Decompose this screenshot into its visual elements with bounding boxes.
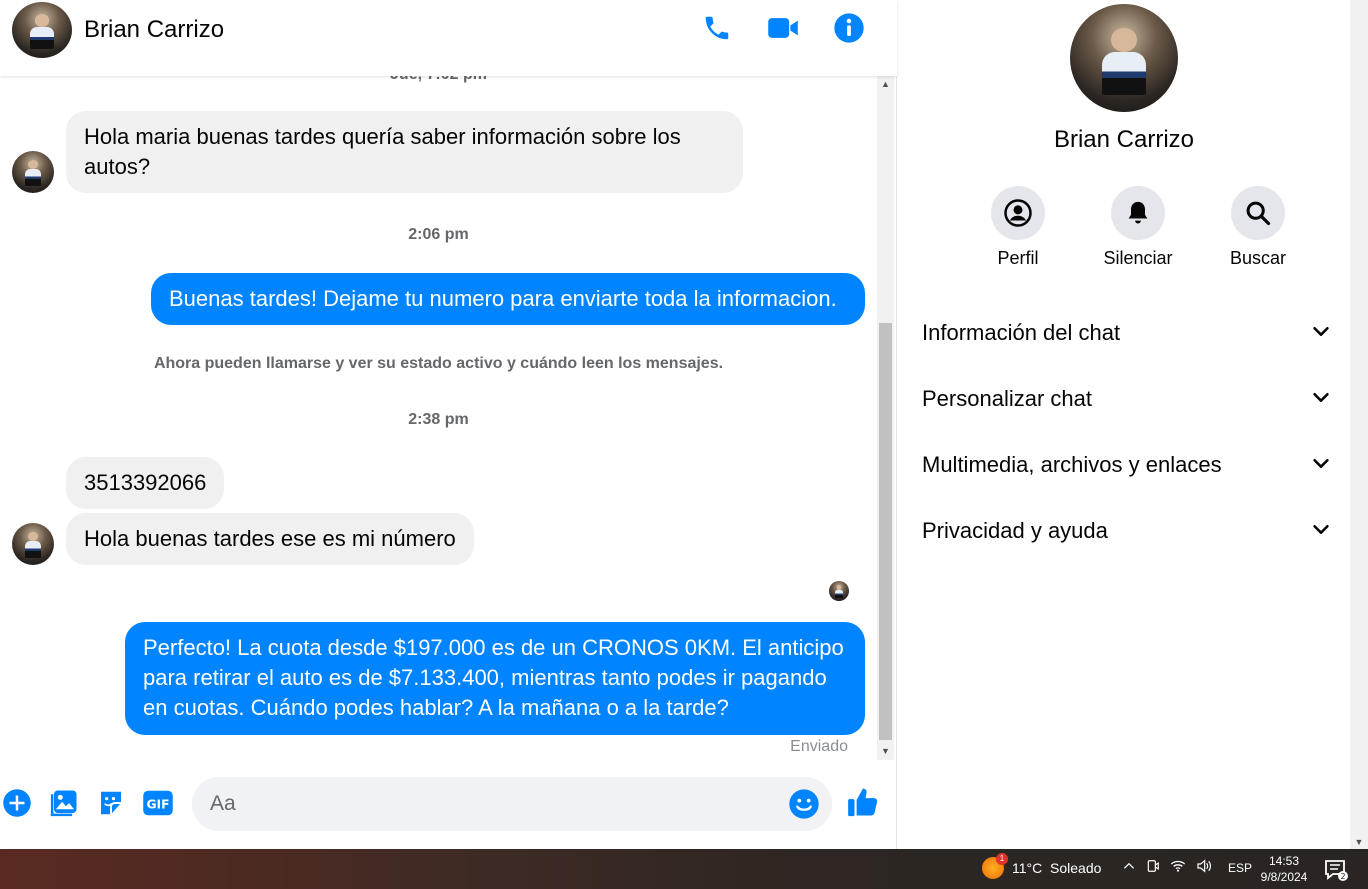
chevron-down-icon	[1310, 386, 1332, 413]
notification-count: 2	[1340, 872, 1345, 881]
phone-icon[interactable]	[701, 10, 733, 46]
weather-widget[interactable]: 1 11°C Soleado	[982, 853, 1102, 879]
chevron-down-icon	[1310, 518, 1332, 545]
sticker-icon[interactable]	[94, 786, 128, 820]
message-incoming[interactable]: 3513392066	[66, 457, 225, 509]
section-label: Información del chat	[922, 320, 1121, 345]
windows-taskbar: 1 11°C Soleado ESP 14:53 9/8/2024 2	[0, 849, 1368, 889]
timestamp: Jue, 7:02 pm	[0, 76, 877, 84]
notification-center-icon[interactable]: 2	[1324, 859, 1348, 881]
messenger-window: Brian Carrizo Jue, 7:02 pm Hola maria bu…	[0, 0, 1368, 849]
mute-label: Silenciar	[1103, 248, 1173, 268]
contact-avatar[interactable]	[12, 2, 72, 58]
gif-icon[interactable]: GIF	[141, 786, 175, 820]
scroll-thumb[interactable]	[879, 323, 892, 740]
contact-avatar-small[interactable]	[12, 151, 54, 193]
bell-icon	[1111, 186, 1165, 240]
section-label: Privacidad y ayuda	[922, 518, 1108, 543]
section-customize-chat[interactable]: Personalizar chat	[922, 366, 1332, 432]
speaker-icon[interactable]	[1196, 859, 1212, 876]
chevron-up-icon[interactable]	[1122, 859, 1136, 876]
panel-scrollbar[interactable]: ▼	[1350, 0, 1368, 849]
section-label: Multimedia, archivos y enlaces	[922, 452, 1222, 477]
emoji-icon[interactable]	[788, 788, 820, 820]
contact-avatar-small[interactable]	[12, 523, 54, 565]
scroll-up-arrow-icon[interactable]: ▲	[877, 76, 894, 93]
contact-avatar-large[interactable]	[1070, 4, 1178, 112]
language-indicator[interactable]: ESP	[1228, 861, 1252, 875]
weather-text: 11°C Soleado	[1012, 860, 1102, 876]
chat-scrollbar[interactable]: ▲ ▼	[877, 76, 894, 760]
section-label: Personalizar chat	[922, 386, 1092, 411]
clock[interactable]: 14:53 9/8/2024	[1254, 853, 1314, 885]
mute-button[interactable]: Silenciar	[1088, 186, 1188, 269]
clock-date: 9/8/2024	[1260, 870, 1308, 884]
conversation-details-panel: Brian Carrizo Perfil Silenciar Buscar In…	[898, 0, 1350, 849]
clock-time: 14:53	[1268, 854, 1300, 868]
image-icon[interactable]	[47, 786, 81, 820]
profile-button[interactable]: Perfil	[968, 186, 1068, 269]
message-input[interactable]	[210, 777, 770, 831]
profile-label: Perfil	[997, 248, 1039, 268]
system-notice: Ahora pueden llamarse y ver su estado ac…	[153, 355, 724, 372]
sun-icon: 1	[982, 853, 1008, 879]
delivery-status: Enviado	[790, 738, 848, 755]
scroll-down-arrow-icon[interactable]: ▼	[1350, 837, 1368, 847]
profile-icon	[991, 186, 1045, 240]
chevron-down-icon	[1310, 452, 1332, 479]
wifi-icon[interactable]	[1170, 859, 1186, 876]
chat-pane: Brian Carrizo Jue, 7:02 pm Hola maria bu…	[0, 0, 897, 849]
chevron-down-icon	[1310, 320, 1332, 347]
composer: GIF	[0, 760, 897, 849]
timestamp: 2:38 pm	[408, 411, 469, 428]
weather-badge: 1	[996, 853, 1008, 865]
message-incoming[interactable]: Hola buenas tardes ese es mi número	[66, 513, 474, 565]
section-privacy-help[interactable]: Privacidad y ayuda	[922, 498, 1332, 564]
chat-header: Brian Carrizo	[0, 0, 897, 76]
panel-contact-name: Brian Carrizo	[1053, 126, 1195, 153]
video-camera-icon[interactable]	[767, 10, 799, 46]
info-icon[interactable]	[833, 10, 865, 46]
section-chat-info[interactable]: Información del chat	[922, 300, 1332, 366]
message-outgoing[interactable]: Buenas tardes! Dejame tu numero para env…	[151, 273, 865, 325]
scroll-down-arrow-icon[interactable]: ▼	[877, 743, 894, 760]
plus-icon[interactable]	[0, 786, 34, 820]
search-icon	[1231, 186, 1285, 240]
thumbs-up-icon[interactable]	[846, 785, 880, 819]
contact-name[interactable]: Brian Carrizo	[84, 16, 224, 44]
section-media-files-links[interactable]: Multimedia, archivos y enlaces	[922, 432, 1332, 498]
message-incoming[interactable]: Hola maria buenas tardes quería saber in…	[66, 111, 743, 193]
system-tray: ESP	[1122, 859, 1252, 876]
meet-now-icon[interactable]	[1146, 859, 1160, 876]
search-label: Buscar	[1229, 248, 1287, 268]
message-outgoing[interactable]: Perfecto! La cuota desde $197.000 es de …	[125, 622, 865, 735]
message-input-wrapper	[192, 777, 832, 831]
timestamp: 2:06 pm	[408, 226, 469, 243]
message-list: Jue, 7:02 pm Hola maria buenas tardes qu…	[0, 76, 877, 760]
seen-indicator-avatar	[829, 581, 849, 601]
svg-text:GIF: GIF	[146, 798, 169, 812]
search-button[interactable]: Buscar	[1208, 186, 1308, 269]
